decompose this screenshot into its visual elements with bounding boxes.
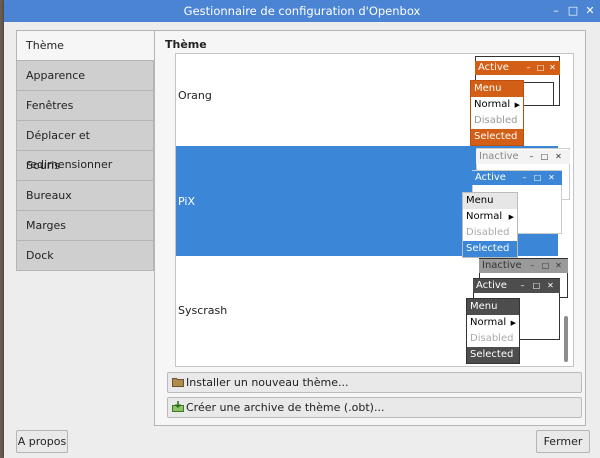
close-button[interactable]: Fermer [536,430,590,453]
sidebar: Thème Apparence Fenêtres Déplacer et red… [16,30,154,271]
preview-inactive-title: Inactive – □ ✕ [476,150,570,164]
theme-name: Orang [178,89,212,102]
preview-menu: Menu Normal ▶ Disabled Selected [462,192,518,258]
preview-menu: Menu Normal ▶ Disabled Selected [470,80,524,146]
sidebar-item-appearance[interactable]: Apparence [16,61,154,91]
sidebar-item-label: Dock [26,249,54,262]
create-archive-button[interactable]: Créer une archive de thème (.obt)... [167,397,582,418]
scrollbar-thumb[interactable] [564,316,568,362]
theme-panel: Thème Orang Active – □ ✕ Menu Normal ▶ Disa… [154,30,586,426]
theme-preview-orang: Active – □ ✕ Menu Normal ▶ Disabled Selecte… [462,56,560,146]
sidebar-item-windows[interactable]: Fenêtres [16,91,154,121]
window-title: Gestionnaire de configuration d'Openbox [183,4,421,18]
theme-preview-pix: Inactive – □ ✕ Active – □ ✕ Menu Normal ▶ Dis… [462,148,570,258]
preview-active-title: Active – □ ✕ [472,171,562,185]
sidebar-item-move-resize[interactable]: Déplacer et redimensionner [16,121,154,171]
sidebar-item-desktops[interactable]: Bureaux [16,181,154,211]
install-theme-button[interactable]: Installer un nouveau thème... [167,372,582,393]
sidebar-item-label: Apparence [26,69,86,82]
sidebar-item-theme[interactable]: Thème [16,30,154,61]
create-archive-label: Créer une archive de thème (.obt)... [186,401,385,414]
theme-row-syscrash[interactable]: Syscrash Inactive – □ ✕ Active – □ ✕ Menu No… [176,256,568,366]
folder-icon [172,374,184,387]
theme-name: Syscrash [178,304,228,317]
minimize-icon[interactable]: – [549,4,563,18]
list-scrollbar[interactable] [561,54,569,366]
about-button[interactable]: A propos [16,430,68,453]
sidebar-item-label: Souris [26,159,60,172]
sidebar-item-label: Marges [26,219,67,232]
sidebar-item-dock[interactable]: Dock [16,241,154,271]
theme-preview-syscrash: Inactive – □ ✕ Active – □ ✕ Menu Normal ▶ Dis… [462,258,568,364]
theme-row-pix[interactable]: PiX Inactive – □ ✕ Active – □ ✕ Menu Normal ▶ [176,146,570,258]
about-label: A propos [17,435,67,448]
preview-menu: Menu Normal ▶ Disabled Selected [466,298,520,364]
window-titlebar[interactable]: Gestionnaire de configuration d'Openbox … [4,0,600,22]
preview-inactive-title: Inactive – □ ✕ [479,259,568,273]
install-theme-label: Installer un nouveau thème... [186,376,349,389]
close-label: Fermer [543,435,583,448]
theme-name: PiX [178,195,195,208]
theme-row-orang[interactable]: Orang Active – □ ✕ Menu Normal ▶ Disabled S… [176,54,560,146]
sidebar-item-label: Thème [26,39,64,52]
preview-active-title: Active – □ ✕ [473,279,560,293]
section-title: Thème [165,38,207,51]
preview-active-title: Active – □ ✕ [475,61,560,75]
theme-list[interactable]: Orang Active – □ ✕ Menu Normal ▶ Disabled S… [175,53,574,367]
openbox-config-window: Gestionnaire de configuration d'Openbox … [4,0,600,458]
archive-download-icon [172,399,184,412]
sidebar-item-label: Fenêtres [26,99,74,112]
maximize-icon[interactable]: □ [566,4,580,18]
close-icon[interactable]: ✕ [583,4,597,18]
sidebar-item-label: Bureaux [26,189,72,202]
sidebar-item-margins[interactable]: Marges [16,211,154,241]
